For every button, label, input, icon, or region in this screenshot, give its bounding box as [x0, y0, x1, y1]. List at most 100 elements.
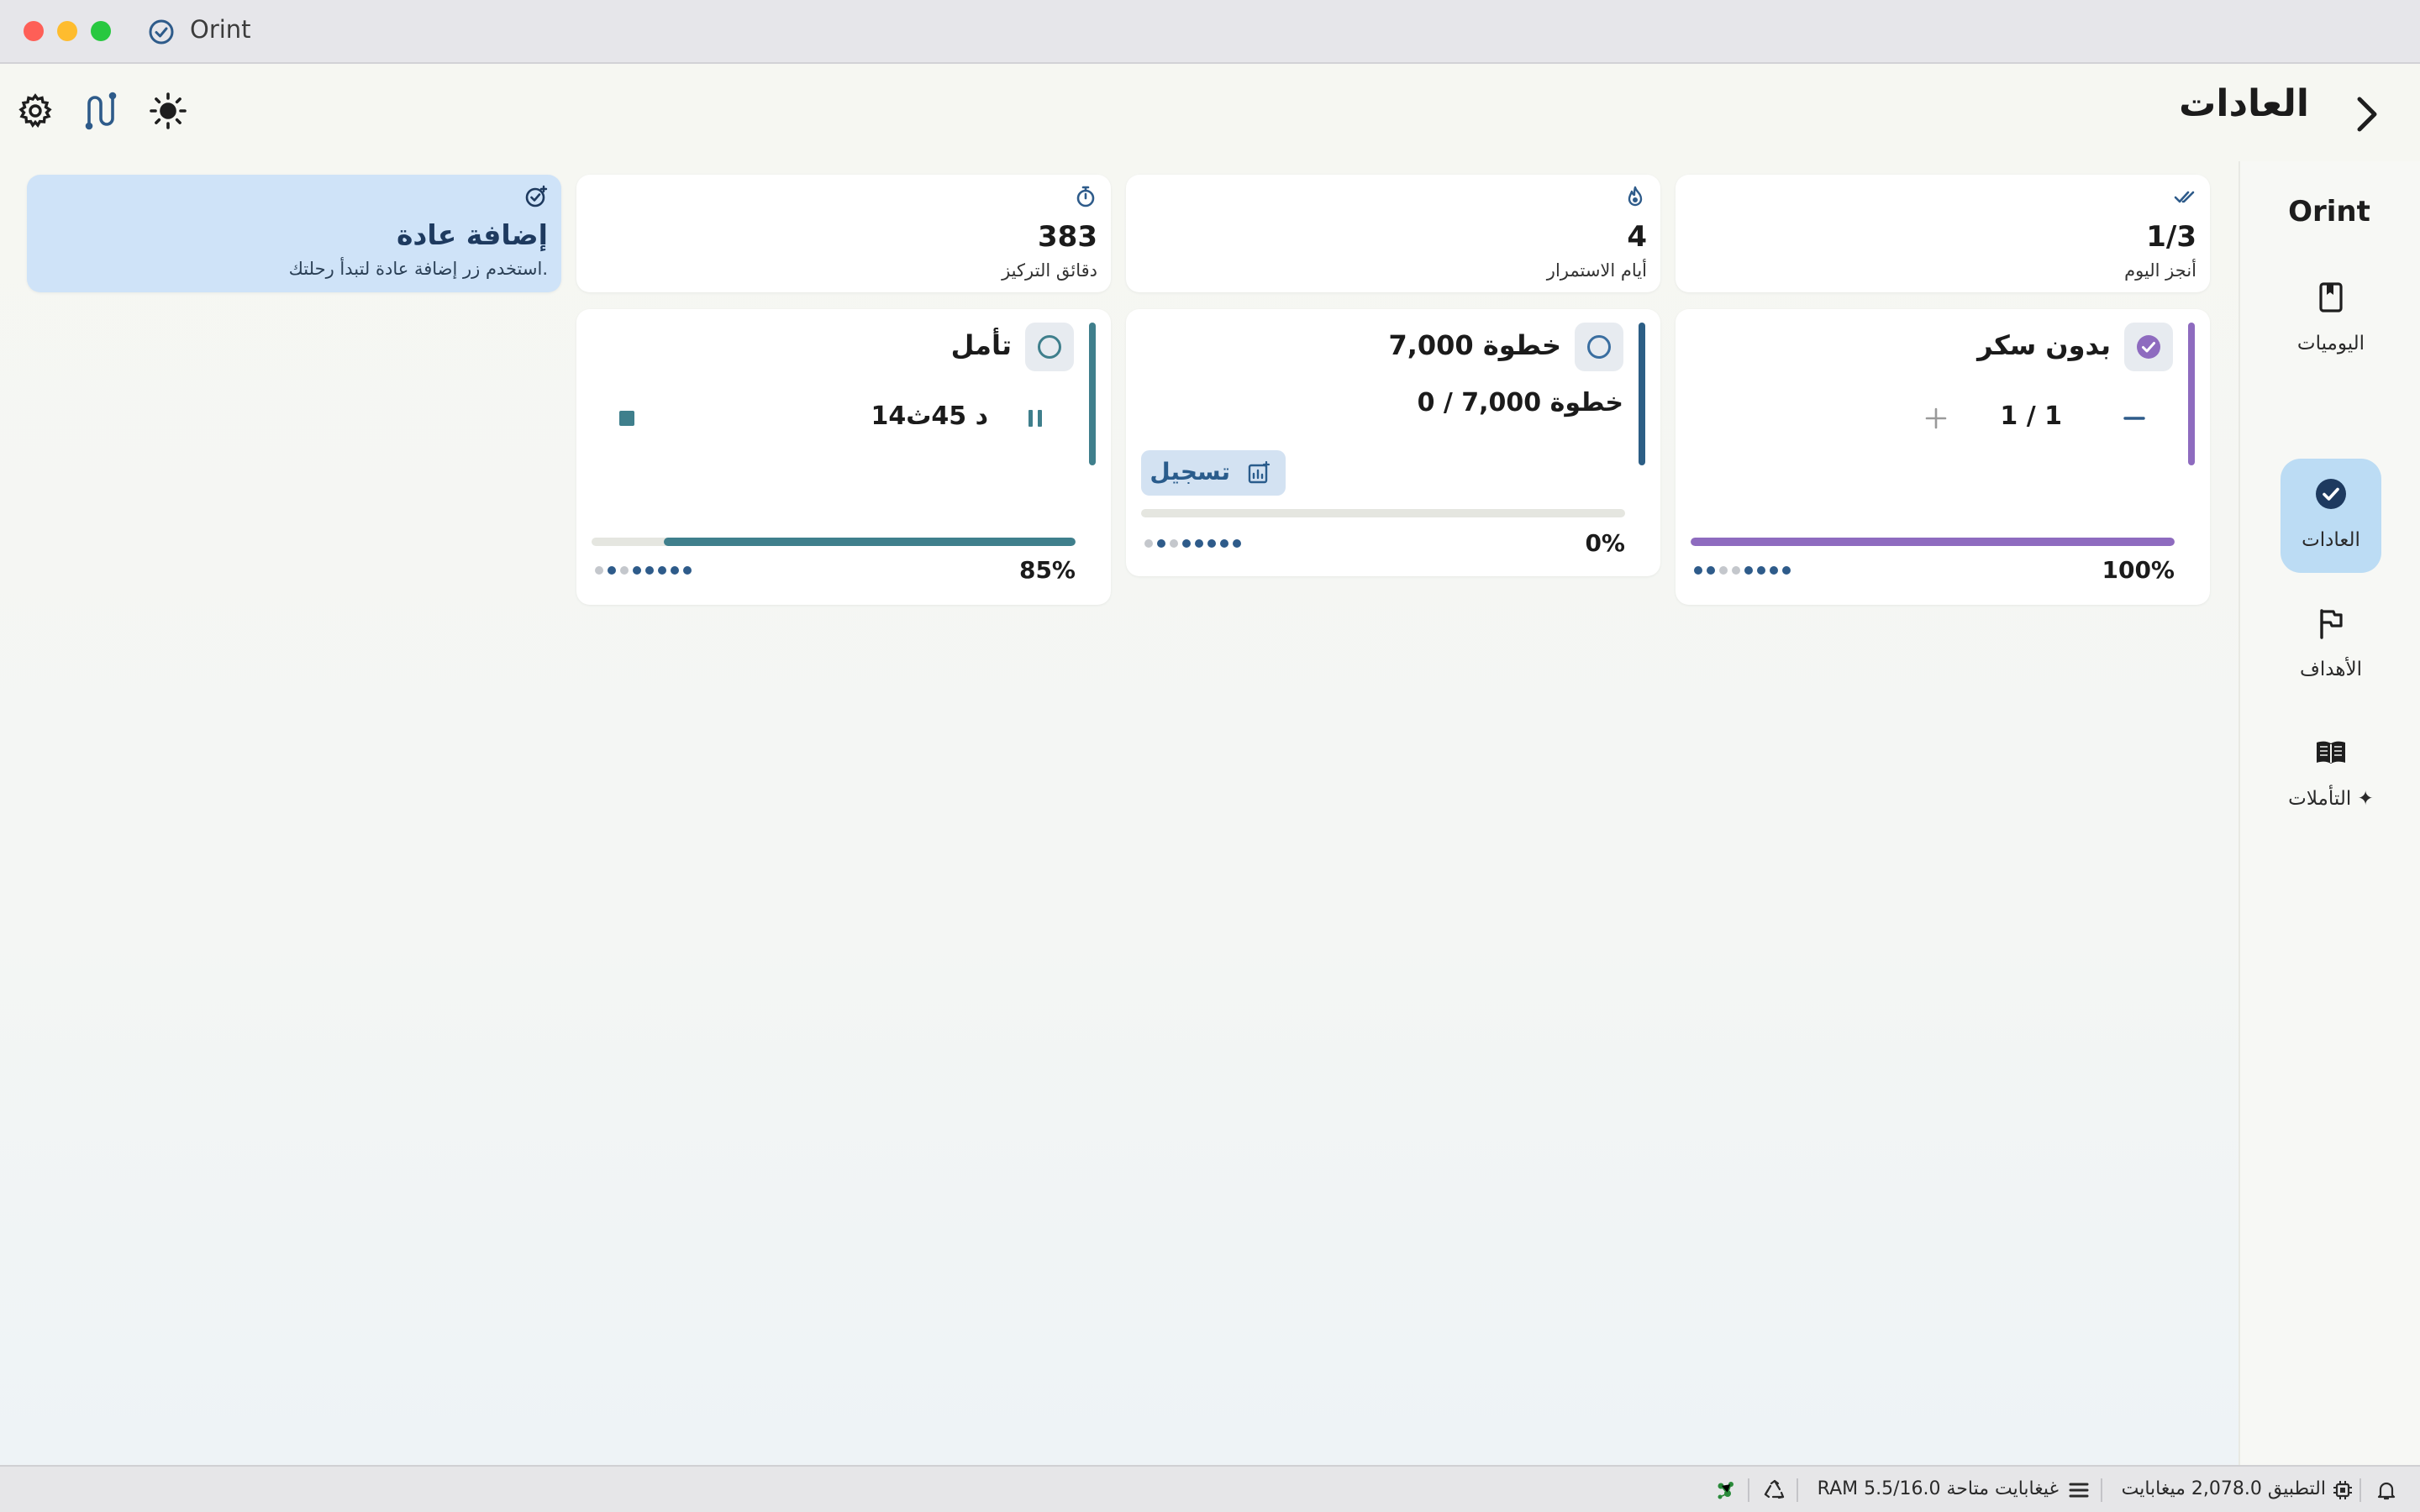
stop-icon[interactable] — [610, 402, 644, 435]
close-window-button[interactable] — [24, 21, 44, 41]
habit-card: 7,000 خطوة 0 / 7,000 خطوة تسجيل 0% — [1126, 309, 1660, 576]
history-dot — [633, 566, 641, 575]
add-check-icon — [525, 185, 548, 207]
sidebar-item-label: العادات — [2302, 529, 2360, 551]
decrement-icon[interactable] — [2118, 402, 2151, 435]
route-icon[interactable] — [81, 91, 121, 131]
status-separator — [1797, 1478, 1798, 1502]
habit-percent: 0% — [1585, 529, 1625, 557]
bell-icon[interactable] — [2375, 1478, 2398, 1502]
gear-icon[interactable] — [15, 91, 55, 131]
stopwatch-icon — [1076, 186, 1095, 207]
add-chart-icon — [1248, 461, 1270, 484]
habit-percent: 100% — [2102, 556, 2175, 584]
app-logo-icon — [149, 19, 174, 45]
flag-icon — [2320, 609, 2343, 639]
add-habit-title: إضافة عادة — [396, 218, 548, 251]
habit-history-dots — [1144, 538, 1241, 549]
stat-label: أيام الاستمرار — [1546, 260, 1647, 281]
increment-icon[interactable] — [1919, 402, 1953, 435]
history-dot — [1719, 566, 1728, 575]
history-dot — [1770, 566, 1778, 575]
history-dot — [620, 566, 629, 575]
habit-accent-bar — [1639, 323, 1645, 465]
habit-progress-fill — [1691, 538, 2175, 546]
history-dot — [1744, 566, 1753, 575]
history-dot — [658, 566, 666, 575]
history-dot — [1694, 566, 1702, 575]
habit-history-dots — [595, 564, 692, 576]
sidebar-item-reflections[interactable]: التأملات ✦ — [2281, 717, 2381, 832]
history-dot — [683, 566, 692, 575]
habit-name: 7,000 خطوة — [1388, 329, 1561, 361]
sidebar: Orint اليوميات العادات الأهداف التأملات … — [2238, 161, 2420, 1465]
sidebar-brand: Orint — [2288, 195, 2370, 228]
history-dot — [1207, 539, 1216, 548]
status-separator — [1748, 1478, 1749, 1502]
bookmark-icon — [2319, 282, 2343, 312]
page-title: العادات — [2179, 82, 2309, 125]
stat-label: دقائق التركيز — [1002, 260, 1097, 281]
habit-counter: 1 / 1 — [2000, 402, 2062, 431]
history-dot — [1782, 566, 1791, 575]
recycle-icon[interactable] — [1763, 1478, 1786, 1502]
log-button[interactable]: تسجيل — [1141, 450, 1286, 496]
status-separator — [2360, 1478, 2361, 1502]
history-dot — [1157, 539, 1165, 548]
history-dot — [1707, 566, 1715, 575]
history-dot — [1233, 539, 1241, 548]
habit-progress-track — [592, 538, 1076, 546]
sidebar-item-label: التأملات ✦ — [2288, 788, 2374, 810]
stat-value: 4 — [1627, 220, 1647, 254]
stat-value: 1/3 — [2146, 220, 2196, 254]
sun-icon[interactable] — [148, 91, 188, 131]
ram-text: RAM 5.5/16.0 غيغابايت متاحة — [1817, 1478, 2059, 1499]
history-dot — [1182, 539, 1191, 548]
habit-check-button[interactable] — [2124, 323, 2173, 371]
log-button-label: تسجيل — [1150, 458, 1230, 486]
habit-check-button[interactable] — [1575, 323, 1623, 371]
cpu-icon — [2333, 1481, 2352, 1499]
sidebar-item-habits[interactable]: العادات — [2281, 459, 2381, 573]
add-habit-hint: استخدم زر إضافة عادة لتبدأ رحلتك. — [288, 259, 548, 279]
chevron-right-icon[interactable] — [2349, 92, 2386, 136]
history-dot — [1757, 566, 1765, 575]
stat-value: 383 — [1038, 220, 1097, 254]
sidebar-item-label: اليوميات — [2296, 333, 2365, 354]
history-dot — [1732, 566, 1740, 575]
pause-icon[interactable] — [1018, 402, 1052, 435]
sidebar-item-goals[interactable]: الأهداف — [2281, 588, 2381, 702]
check-circle-icon — [2316, 479, 2346, 509]
memory-icon — [2069, 1483, 2089, 1498]
habit-card: بدون سكر 1 / 1 100% — [1676, 309, 2210, 605]
history-dot — [608, 566, 616, 575]
status-separator — [2101, 1478, 2102, 1502]
habit-percent: 85% — [1018, 556, 1076, 584]
stat-label: أنجز اليوم — [2124, 260, 2196, 281]
history-dot — [1170, 539, 1178, 548]
zoom-window-button[interactable] — [91, 21, 111, 41]
flame-icon — [1628, 186, 1643, 207]
habit-history-dots — [1694, 564, 1791, 576]
stat-card-streak-days: 4 أيام الاستمرار — [1126, 175, 1660, 292]
habit-accent-bar — [1089, 323, 1096, 465]
history-dot — [1195, 539, 1203, 548]
sidebar-item-label: الأهداف — [2300, 659, 2362, 680]
habit-progress-fill — [664, 538, 1076, 546]
empty-circle-icon — [1587, 335, 1611, 359]
window-titlebar: Orint — [0, 0, 2420, 64]
status-bar: التطبيق 2,078.0 ميغابايت RAM 5.5/16.0 غي… — [0, 1465, 2420, 1512]
checked-circle-icon — [2137, 335, 2160, 359]
minimize-window-button[interactable] — [57, 21, 77, 41]
network-status-icon[interactable] — [1714, 1478, 1738, 1502]
habit-timer: 14د 45ث — [871, 402, 989, 431]
window-title: Orint — [190, 15, 251, 44]
habit-card: تأمل 14د 45ث 85% — [576, 309, 1111, 605]
history-dot — [1144, 539, 1153, 548]
add-habit-card[interactable]: إضافة عادة استخدم زر إضافة عادة لتبدأ رح… — [27, 175, 561, 292]
habit-check-button[interactable] — [1025, 323, 1074, 371]
habit-counter: 0 / 7,000 خطوة — [1417, 388, 1623, 417]
sidebar-item-journal[interactable]: اليوميات — [2281, 262, 2381, 376]
app-memory-text: التطبيق 2,078.0 ميغابايت — [2121, 1478, 2326, 1499]
double-check-icon — [2174, 191, 2195, 203]
